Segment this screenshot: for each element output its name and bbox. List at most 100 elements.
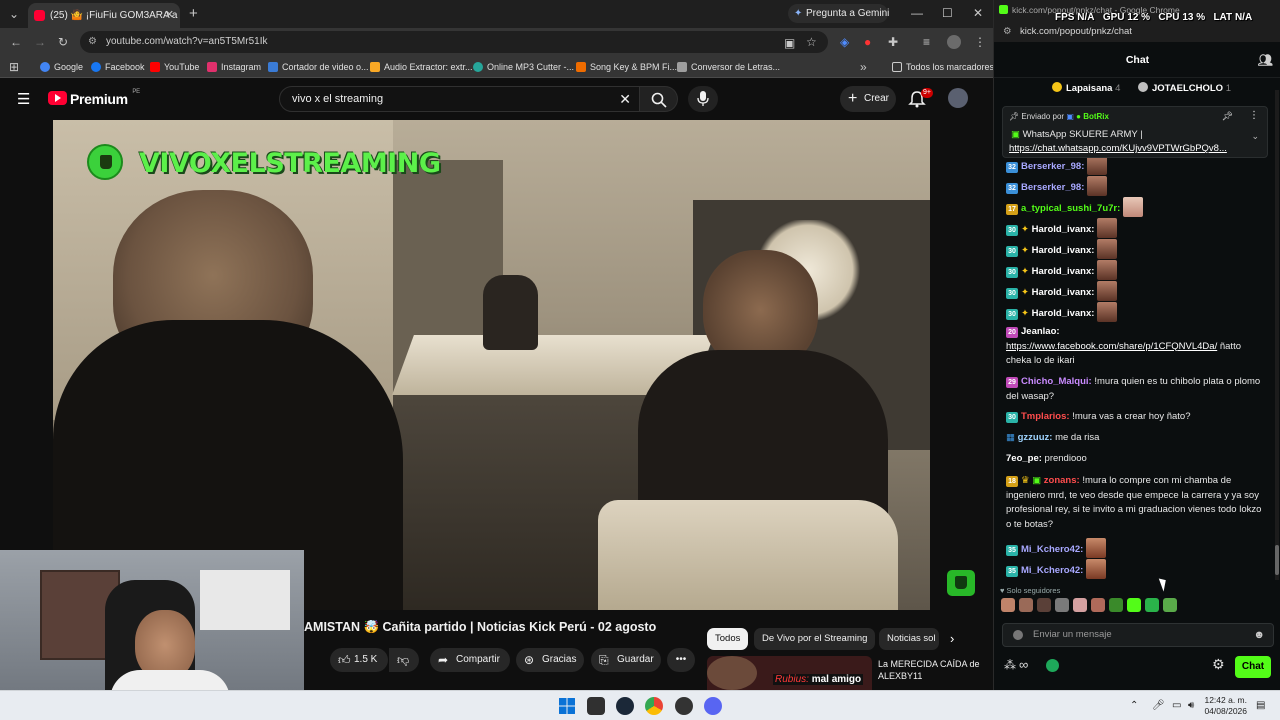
chip-de-vivo[interactable]: De Vivo por el Streaming xyxy=(754,628,876,650)
recent-emote-icon[interactable] xyxy=(1145,598,1159,612)
chip-todos[interactable]: Todos xyxy=(707,628,749,650)
recent-emote-icon[interactable] xyxy=(1055,598,1069,612)
minimize-icon[interactable]: — xyxy=(911,7,923,19)
bookmark-instagram[interactable]: Instagram xyxy=(207,56,261,78)
chat-username[interactable]: Mi_Kchero42: xyxy=(1021,544,1083,555)
recent-emote-icon[interactable] xyxy=(1091,598,1105,612)
pinned-more-icon[interactable]: ⋮ xyxy=(1249,110,1259,121)
bookmark-star-icon[interactable]: ☆ xyxy=(806,36,817,48)
site-info-icon[interactable]: ⚙ xyxy=(1003,22,1012,42)
hamburger-menu-icon[interactable]: ☰ xyxy=(17,92,30,107)
site-info-icon[interactable]: ⚙ xyxy=(88,31,97,53)
chat-url-bar[interactable]: ⚙ kick.com/popout/pnkz/chat xyxy=(994,22,1280,42)
bookmark-google[interactable]: Google xyxy=(40,56,83,78)
steam-icon[interactable] xyxy=(616,697,634,715)
voice-search-button[interactable] xyxy=(688,86,718,112)
chat-username[interactable]: gzzuuz: xyxy=(1018,432,1053,443)
chat-users-icon[interactable]: 👥︎ xyxy=(1258,42,1273,78)
chat-username[interactable]: Harold_ivanx: xyxy=(1032,224,1095,235)
user-badge-icon[interactable] xyxy=(1013,630,1023,640)
gifter-1[interactable]: Lapaisana 4 xyxy=(1052,82,1120,94)
pinned-message[interactable]: 📌︎ Enviado por ▣ ● BotRix ▣ WhatsApp SKU… xyxy=(1002,106,1268,158)
send-chat-button[interactable]: Chat xyxy=(1235,656,1271,678)
chat-username[interactable]: Jeanlao: xyxy=(1021,326,1060,337)
more-actions-button[interactable]: ••• xyxy=(667,648,695,672)
clear-search-icon[interactable]: ✕ xyxy=(619,87,631,111)
account-avatar[interactable] xyxy=(948,88,968,108)
chat-username[interactable]: a_typical_sushi_7u7r: xyxy=(1021,203,1120,214)
bookmark-video-cutter[interactable]: Cortador de video o... xyxy=(268,56,369,78)
kick-points-icon[interactable]: ⁂ xyxy=(1004,658,1016,672)
new-tab-icon[interactable]: + xyxy=(189,6,198,21)
extension-icon-1[interactable]: ◈ xyxy=(840,36,849,48)
pinned-expand-icon[interactable]: ⌄ xyxy=(1251,131,1259,142)
obs-icon[interactable] xyxy=(675,697,693,715)
chat-username[interactable]: Berserker_98: xyxy=(1021,161,1084,172)
channel-corner-logo-icon[interactable] xyxy=(947,570,975,596)
pinned-link[interactable]: https://chat.whatsapp.com/KUjvv9VPTWrGbP… xyxy=(1009,143,1249,154)
maximize-icon[interactable]: ☐ xyxy=(942,7,953,19)
extensions-puzzle-icon[interactable]: ✚ xyxy=(888,36,898,48)
chat-message-input[interactable]: Enviar un mensaje ☻ xyxy=(1002,623,1274,647)
chat-username[interactable]: Mi_Kchero42: xyxy=(1021,565,1083,576)
recommended-title[interactable]: La MERECIDA CAÍDA de ALEXBY11 xyxy=(878,658,986,682)
extension-icon-2[interactable]: ● xyxy=(864,36,871,48)
recommended-thumbnail[interactable]: Rubius: mal amigo xyxy=(707,656,872,690)
tray-network-icon[interactable]: ▭ xyxy=(1172,691,1181,720)
bookmark-youtube[interactable]: YouTube xyxy=(150,56,199,78)
bookmark-song-key[interactable]: Song Key & BPM Fi... xyxy=(576,56,677,78)
cast-icon[interactable]: ▣ xyxy=(784,37,795,49)
chat-username[interactable]: Tmplarios: xyxy=(1021,411,1070,422)
dislike-button[interactable]: 👎︎ xyxy=(389,648,419,672)
chip-noticias[interactable]: Noticias sol xyxy=(879,628,939,650)
windows-start-icon[interactable] xyxy=(558,697,576,715)
tray-mic-icon[interactable]: 🎤︎ xyxy=(1152,691,1165,720)
chat-username[interactable]: Harold_ivanx: xyxy=(1032,245,1095,256)
recent-emote-icon[interactable] xyxy=(1109,598,1123,612)
chips-next-icon[interactable]: › xyxy=(950,632,954,645)
kick-logo-icon[interactable] xyxy=(1046,659,1059,672)
chat-username[interactable]: Harold_ivanx: xyxy=(1032,287,1095,298)
emoji-picker-icon[interactable]: ☻ xyxy=(1253,624,1265,646)
share-button[interactable]: ➦ Compartir xyxy=(430,648,510,672)
bookmark-mp3-cutter[interactable]: Online MP3 Cutter -... xyxy=(473,56,574,78)
chat-username[interactable]: Chicho_Malqui: xyxy=(1021,376,1092,387)
chat-username[interactable]: zonans: xyxy=(1044,475,1080,486)
like-button[interactable]: 👍︎ 1.5 K xyxy=(330,648,388,672)
search-button[interactable] xyxy=(640,86,678,112)
browser-menu-icon[interactable]: ⋮ xyxy=(974,36,986,48)
taskbar-clock[interactable]: 12:42 a. m. 04/08/2026 xyxy=(1199,695,1247,717)
chrome-icon[interactable] xyxy=(645,697,663,715)
chat-settings-gear-icon[interactable]: ⚙ xyxy=(1212,656,1225,673)
bookmark-letras[interactable]: Conversor de Letras... xyxy=(677,56,780,78)
gemini-button[interactable]: ✦ Pregunta a Gemini xyxy=(788,4,889,23)
bookmark-facebook[interactable]: Facebook xyxy=(91,56,145,78)
chat-username[interactable]: 7eo_pe: xyxy=(1006,453,1042,464)
tray-chevron-icon[interactable]: ⌃ xyxy=(1130,691,1138,720)
task-view-icon[interactable] xyxy=(587,697,605,715)
close-tab-icon[interactable]: ✕ xyxy=(165,3,174,28)
all-bookmarks-folder[interactable]: Todos los marcadores xyxy=(892,56,994,78)
recent-emote-icon[interactable] xyxy=(1019,598,1033,612)
unpin-icon[interactable]: 📌︎ xyxy=(1222,111,1233,122)
media-control-icon[interactable]: ≡ xyxy=(923,36,930,48)
tab-search-icon[interactable]: ⌄ xyxy=(9,8,19,20)
search-input[interactable]: vivo x el streaming ✕ xyxy=(279,86,640,112)
chat-username[interactable]: Harold_ivanx: xyxy=(1032,266,1095,277)
create-button[interactable]: + Crear xyxy=(840,86,896,112)
close-window-icon[interactable]: ✕ xyxy=(973,7,983,19)
back-icon[interactable]: ← xyxy=(10,36,22,48)
chat-link[interactable]: https://www.facebook.com/share/p/1CFQNVL… xyxy=(1006,341,1217,352)
profile-avatar-icon[interactable] xyxy=(947,35,961,49)
apps-grid-icon[interactable]: ⊞ xyxy=(9,61,19,73)
chat-scrollbar-thumb[interactable] xyxy=(1275,545,1279,575)
recent-emote-icon[interactable] xyxy=(1073,598,1087,612)
infinity-icon[interactable]: ∞ xyxy=(1019,657,1028,672)
chat-scrollbar[interactable] xyxy=(1275,90,1279,580)
chat-username[interactable]: Harold_ivanx: xyxy=(1032,308,1095,319)
recent-emote-icon[interactable] xyxy=(1001,598,1015,612)
notification-center-icon[interactable]: ▤ xyxy=(1256,691,1265,720)
thanks-button[interactable]: ⊛ Gracias xyxy=(516,648,584,672)
youtube-logo[interactable]: Premium PE xyxy=(48,89,140,107)
more-bookmarks-icon[interactable]: » xyxy=(860,61,867,73)
